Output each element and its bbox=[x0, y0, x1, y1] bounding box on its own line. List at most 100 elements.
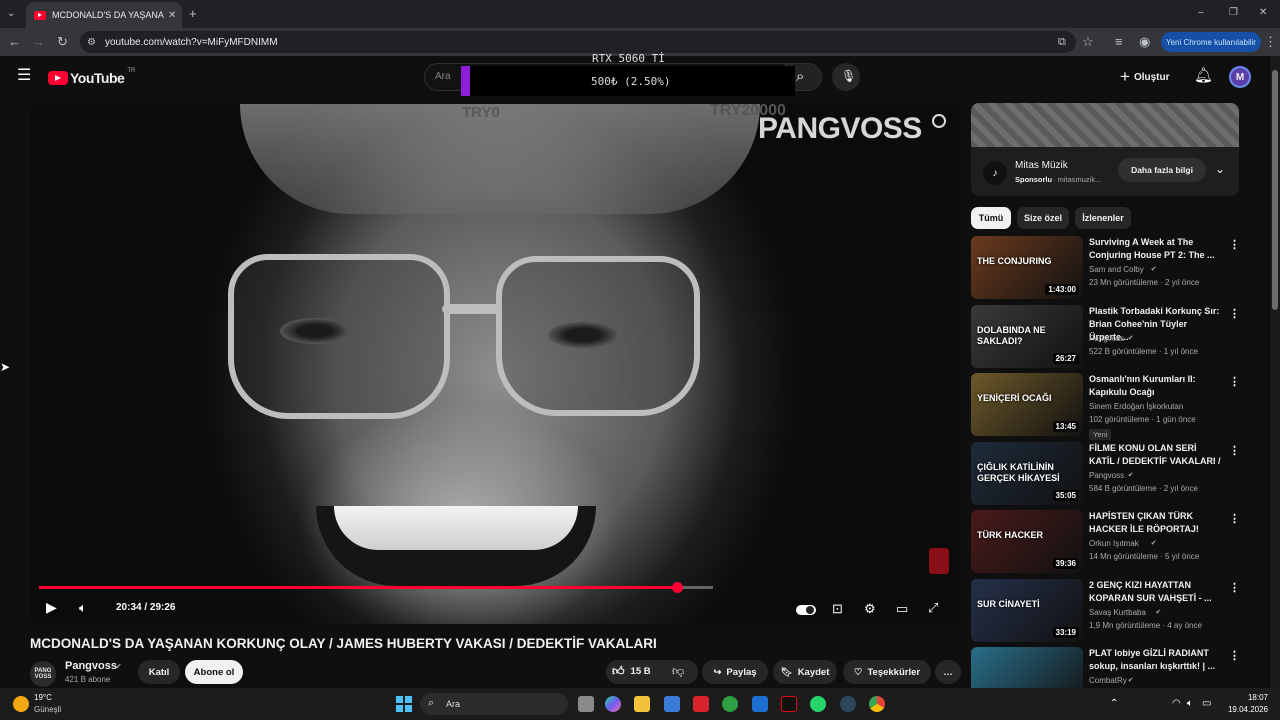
share-button[interactable]: ↪ Paylaş bbox=[702, 660, 768, 684]
recommendation-title[interactable]: 2 GENÇ KIZI HAYATTAN KOPARAN SUR VAHŞETİ… bbox=[1089, 579, 1221, 605]
subscribe-label: Abone ol bbox=[193, 666, 235, 678]
task-view-icon[interactable] bbox=[578, 696, 594, 712]
app-l-icon[interactable] bbox=[693, 696, 709, 712]
channel-name[interactable]: Pangvoss bbox=[65, 660, 117, 672]
create-button[interactable]: + Oluştur bbox=[1120, 67, 1170, 87]
sponsored-ad[interactable]: ♪ Mitas Müzik Sponsorlu · mitasmuzik... … bbox=[971, 103, 1239, 196]
video-thumbnail[interactable]: THE CONJURING 1:43:00 bbox=[971, 236, 1083, 299]
recommendation-item[interactable]: TÜRK HACKER 39:36 HAPİSTEN ÇIKAN TÜRK HACK… bbox=[971, 510, 1261, 574]
more-options-icon[interactable]: ⋮ bbox=[1229, 375, 1240, 388]
weather-sun-icon[interactable] bbox=[13, 696, 29, 712]
like-button[interactable]: 👍︎ 15 B bbox=[612, 664, 651, 679]
menu-icon[interactable]: ⋮ bbox=[1264, 35, 1277, 48]
progress-bar[interactable] bbox=[39, 582, 713, 593]
hamburger-menu-icon[interactable]: ☰ bbox=[17, 68, 31, 84]
site-info-icon[interactable]: ⚙ bbox=[87, 36, 96, 49]
recommendation-channel: CombatRy bbox=[1089, 676, 1127, 685]
volume-icon[interactable]: 🔈︎ bbox=[79, 601, 87, 614]
play-icon[interactable]: ▶ bbox=[46, 600, 57, 614]
more-actions-button[interactable]: … bbox=[935, 660, 961, 684]
clock-time[interactable]: 18:07 bbox=[1220, 693, 1268, 702]
speaker-icon[interactable]: 🔈︎ bbox=[1187, 697, 1193, 710]
browser-tab[interactable]: MCDONALD'S DA YAŞANAN K ✕ bbox=[26, 2, 182, 28]
more-options-icon[interactable]: ⋮ bbox=[1229, 649, 1240, 662]
autoplay-toggle[interactable] bbox=[796, 605, 816, 615]
minimize-icon[interactable]: – bbox=[1198, 6, 1204, 19]
settings-icon[interactable]: ⚙ bbox=[864, 602, 876, 615]
new-tab-icon[interactable]: + bbox=[189, 7, 197, 20]
channel-avatar[interactable]: PANG VOSS bbox=[30, 661, 56, 687]
fullscreen-icon[interactable]: ⤢ bbox=[928, 601, 938, 614]
more-options-icon[interactable]: ⋮ bbox=[1229, 581, 1240, 594]
wifi-icon[interactable]: ◠ bbox=[1172, 697, 1181, 710]
recommendation-item[interactable]: THE CONJURING 1:43:00 Surviving A Week at … bbox=[971, 236, 1261, 300]
battery-icon[interactable]: ▭ bbox=[1202, 697, 1211, 710]
notifications-bell-icon[interactable]: 🔔︎ bbox=[1194, 68, 1213, 83]
chip-watched[interactable]: İzlenenler bbox=[1075, 207, 1131, 229]
learn-more-button[interactable]: Daha fazla bilgi bbox=[1118, 158, 1206, 182]
new-chrome-button[interactable]: Yeni Chrome kullanılabilir bbox=[1161, 32, 1261, 52]
netflix-icon[interactable] bbox=[781, 696, 797, 712]
back-icon[interactable]: ← bbox=[8, 35, 21, 48]
expand-chevron-icon[interactable]: ⌄ bbox=[1215, 162, 1225, 176]
recommendation-item[interactable]: DOLABINDA NE SAKLADI? 26:27 Plastik Torbad… bbox=[971, 304, 1261, 369]
end-card-logo[interactable] bbox=[929, 548, 949, 574]
outlook-icon[interactable] bbox=[752, 696, 768, 712]
recommendation-title[interactable]: FİLME KONU OLAN SERİ KATİL / DEDEKTİF VA… bbox=[1089, 442, 1221, 468]
close-icon[interactable]: ✕ bbox=[168, 10, 176, 21]
save-button[interactable]: 🔖︎ Kaydet bbox=[773, 660, 837, 684]
recommendation-title[interactable]: Osmanlı'nın Kurumları II: Kapıkulu Ocağı bbox=[1089, 373, 1221, 399]
tab-list-icon[interactable]: ⌄ bbox=[7, 7, 15, 20]
profile-icon[interactable]: ◉ bbox=[1139, 35, 1150, 48]
theater-icon[interactable]: ▭ bbox=[896, 602, 908, 615]
video-thumbnail[interactable]: DOLABINDA NE SAKLADI? 26:27 bbox=[971, 304, 1083, 368]
recommendation-title[interactable]: HAPİSTEN ÇIKAN TÜRK HACKER İLE RÖPORTAJ! bbox=[1089, 510, 1221, 536]
address-bar[interactable]: ⚙ youtube.com/watch?v=MiFyMFDNIMM ⧉ bbox=[80, 31, 1076, 53]
recommendation-item[interactable]: SUR CİNAYETİ 33:19 2 GENÇ KIZI HAYATTAN KO… bbox=[971, 578, 1261, 643]
voice-search-button[interactable]: 🎙 bbox=[832, 63, 860, 91]
store-icon[interactable] bbox=[664, 696, 680, 712]
recommendation-item[interactable]: ÇIĞLIK KATİLİNİN GERÇEK HİKAYESİ 35:05 FİL… bbox=[971, 441, 1261, 506]
page-scrollbar-thumb[interactable] bbox=[1272, 70, 1278, 310]
video-thumbnail[interactable]: TÜRK HACKER 39:36 bbox=[971, 510, 1083, 573]
forward-icon[interactable]: → bbox=[32, 35, 45, 48]
more-options-icon[interactable]: ⋮ bbox=[1229, 307, 1240, 320]
video-thumbnail[interactable]: YENİÇERİ OCAĞI 13:45 bbox=[971, 373, 1083, 436]
recommendation-title[interactable]: Surviving A Week at The Conjuring House … bbox=[1089, 236, 1221, 262]
video-thumbnail[interactable]: ÇIĞLIK KATİLİNİN GERÇEK HİKAYESİ 35:05 bbox=[971, 441, 1083, 505]
steam-icon[interactable] bbox=[840, 696, 856, 712]
clock-date[interactable]: 19.04.2026 bbox=[1212, 705, 1268, 714]
recommendation-title[interactable]: PLAT lobiye GİZLİ RADIANT sokup, insanla… bbox=[1089, 647, 1221, 673]
chrome-icon[interactable] bbox=[869, 696, 885, 712]
taskbar-search[interactable]: ⌕ Ara bbox=[420, 693, 568, 715]
windows-start-icon[interactable] bbox=[396, 696, 412, 712]
chip-all[interactable]: Tümü bbox=[971, 207, 1011, 229]
reload-icon[interactable]: ↻ bbox=[57, 35, 68, 48]
file-explorer-icon[interactable] bbox=[634, 696, 650, 712]
recommendation-item[interactable]: YENİÇERİ OCAĞI 13:45 Osmanlı'nın Kurumları… bbox=[971, 373, 1261, 440]
whatsapp-icon[interactable] bbox=[810, 696, 826, 712]
tray-overflow-icon[interactable]: ⌃ bbox=[1110, 697, 1118, 710]
subscribe-button[interactable]: Abone ol bbox=[185, 660, 243, 684]
account-avatar[interactable]: M bbox=[1229, 66, 1251, 88]
more-options-icon[interactable]: ⋮ bbox=[1229, 238, 1240, 251]
xbox-icon[interactable] bbox=[722, 696, 738, 712]
star-icon[interactable]: ☆ bbox=[1082, 35, 1094, 48]
join-button[interactable]: Katıl bbox=[138, 660, 180, 684]
cast-icon[interactable]: ⧉ bbox=[1058, 36, 1066, 49]
like-count: 15 B bbox=[630, 666, 651, 677]
maximize-icon[interactable]: ❐ bbox=[1229, 6, 1238, 19]
youtube-logo[interactable]: YouTube TR bbox=[48, 68, 135, 86]
video-player[interactable]: TRY0 TRY20000 PANGVOSS ▶ 🔈︎ 20:34 / 29:2… bbox=[30, 104, 960, 624]
copilot-icon[interactable] bbox=[605, 696, 621, 712]
more-options-icon[interactable]: ⋮ bbox=[1229, 512, 1240, 525]
chip-for-you[interactable]: Size özel bbox=[1017, 207, 1069, 229]
more-options-icon[interactable]: ⋮ bbox=[1229, 444, 1240, 457]
video-thumbnail[interactable]: SUR CİNAYETİ 33:19 bbox=[971, 578, 1083, 642]
media-icon[interactable]: ≡ bbox=[1115, 35, 1123, 48]
subtitles-icon[interactable]: ⊡ bbox=[832, 602, 843, 615]
window-close-icon[interactable]: ✕ bbox=[1259, 6, 1267, 19]
channel-watermark-icon[interactable] bbox=[932, 114, 946, 128]
dislike-icon[interactable]: 👎︎ bbox=[672, 664, 684, 679]
thanks-button[interactable]: ♡ Teşekkürler bbox=[843, 660, 931, 684]
